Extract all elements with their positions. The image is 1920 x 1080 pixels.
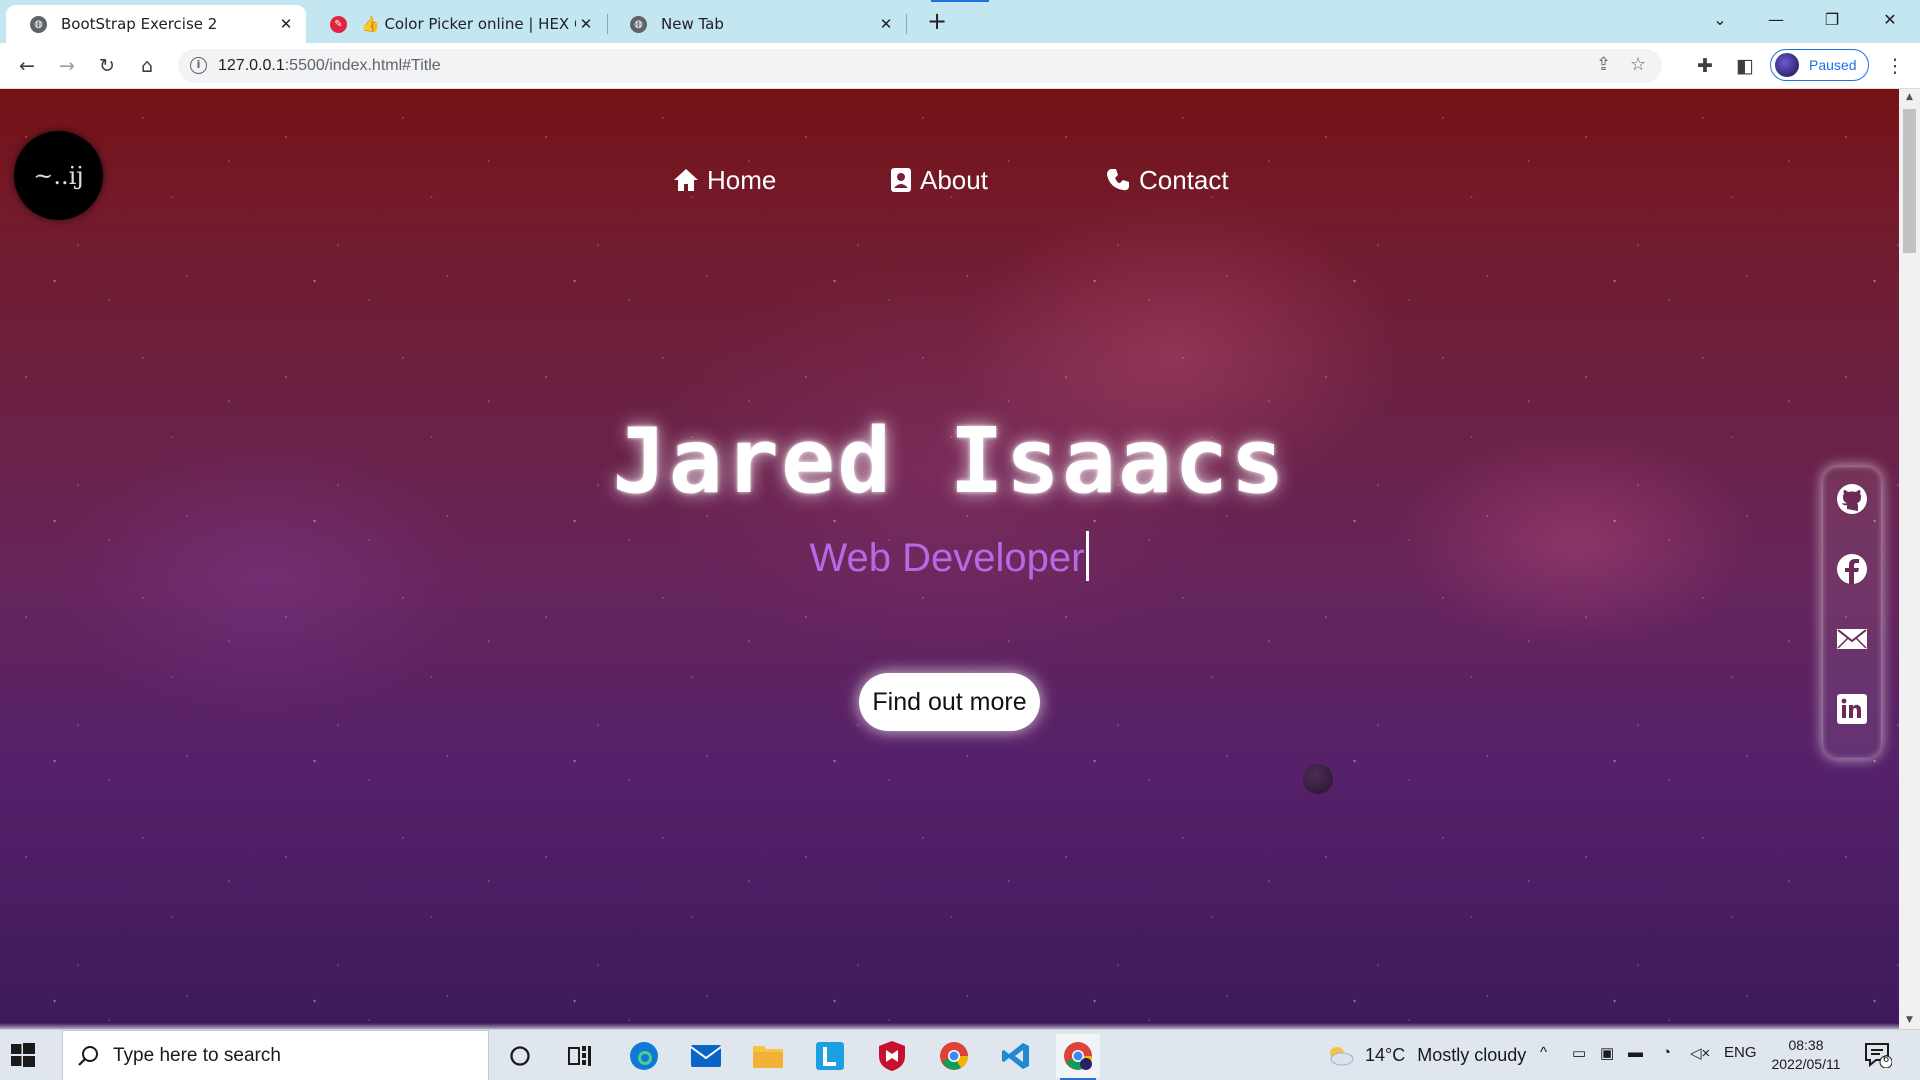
tab-bootstrap-exercise[interactable]: ◍ BootStrap Exercise 2 ✕ — [6, 5, 306, 43]
tab-title: BootStrap Exercise 2 — [61, 15, 218, 33]
mail-icon[interactable] — [1836, 623, 1868, 655]
profile-button[interactable]: Paused — [1770, 49, 1869, 81]
scroll-thumb[interactable] — [1903, 109, 1916, 253]
battery-icon[interactable]: ▬ — [1628, 1044, 1643, 1061]
maximize-button[interactable]: ❐ — [1804, 0, 1860, 40]
extensions-puzzle-icon[interactable]: ✚ — [1690, 51, 1720, 81]
windows-taskbar: Type here to search 14°C Mostly cloudy ^… — [0, 1029, 1920, 1080]
page-scrollbar[interactable]: ▲ ▼ — [1899, 89, 1920, 1029]
profile-status: Paused — [1809, 57, 1857, 73]
tab-title: New Tab — [661, 15, 724, 33]
home-icon[interactable]: ⌂ — [132, 51, 162, 81]
close-tab-icon[interactable]: ✕ — [876, 15, 896, 33]
planet-decoration — [1303, 764, 1333, 794]
phone-icon — [1105, 167, 1131, 193]
close-tab-icon[interactable]: ✕ — [276, 15, 296, 33]
nav-about[interactable]: About — [890, 162, 988, 198]
scroll-down-arrow-icon[interactable]: ▼ — [1899, 1012, 1920, 1029]
site-logo[interactable]: ~..ij — [14, 131, 103, 220]
chrome-icon[interactable] — [932, 1034, 976, 1078]
globe-icon: ◍ — [30, 15, 47, 33]
typing-caret — [1086, 531, 1090, 581]
nav-contact[interactable]: Contact — [1105, 162, 1229, 198]
file-explorer-icon[interactable] — [746, 1034, 790, 1078]
network-monitor-icon[interactable]: ▣ — [1600, 1044, 1614, 1062]
close-tab-icon[interactable]: ✕ — [576, 15, 596, 33]
mcafee-shield-icon[interactable] — [870, 1034, 914, 1078]
url-text: 127.0.0.1:5500/index.html#Title — [218, 57, 441, 74]
hero-title: Jared Isaacs — [612, 409, 1287, 514]
notification-count-badge: 6 — [1882, 1054, 1890, 1065]
clock-date: 2022/05/11 — [1771, 1056, 1841, 1072]
weather-temp: 14°C — [1365, 1044, 1406, 1065]
search-icon — [78, 1045, 98, 1066]
wifi-icon[interactable]: ◔ — [1662, 1044, 1671, 1061]
windows-start-icon[interactable] — [11, 1043, 35, 1071]
browser-toolbar: ← → ↻ ⌂ i 127.0.0.1:5500/index.html#Titl… — [0, 43, 1920, 89]
forward-arrow-icon[interactable]: → — [52, 51, 82, 81]
input-language[interactable]: ENG — [1724, 1044, 1757, 1061]
weather-desc: Mostly cloudy — [1417, 1044, 1527, 1065]
search-placeholder: Type here to search — [113, 1044, 281, 1066]
nav-label: About — [920, 164, 988, 195]
weather-widget[interactable]: 14°C Mostly cloudy — [1325, 1044, 1526, 1066]
github-icon[interactable] — [1836, 483, 1868, 515]
facebook-icon[interactable] — [1836, 553, 1868, 585]
bookmark-star-icon[interactable]: ☆ — [1630, 54, 1646, 75]
home-icon — [673, 168, 699, 192]
mail-app-icon[interactable] — [684, 1034, 728, 1078]
kebab-menu-icon[interactable]: ⋮ — [1880, 51, 1910, 81]
color-picker-icon: ✎ — [330, 15, 347, 33]
nav-label: Home — [707, 164, 777, 195]
show-hidden-icons-chevron-icon[interactable]: ^ — [1540, 1044, 1547, 1061]
share-icon[interactable]: ⇪ — [1596, 54, 1611, 75]
nav-label: Contact — [1139, 164, 1229, 195]
system-clock[interactable]: 08:38 2022/05/11 — [1766, 1036, 1846, 1074]
find-out-more-button[interactable]: Find out more — [859, 673, 1040, 731]
meet-now-icon[interactable]: ▭ — [1572, 1044, 1586, 1062]
clock-time: 08:38 — [1788, 1037, 1824, 1053]
social-links-bar — [1823, 467, 1881, 758]
loading-indicator — [931, 0, 989, 2]
l-app-icon[interactable] — [808, 1034, 852, 1078]
edge-browser-icon[interactable] — [622, 1034, 666, 1078]
address-bar[interactable]: i 127.0.0.1:5500/index.html#Title ⇪ ☆ — [178, 49, 1662, 83]
linkedin-icon[interactable] — [1836, 693, 1868, 725]
tab-strip: ◍ BootStrap Exercise 2 ✕ ✎ 👍 Color Picke… — [0, 0, 1920, 43]
new-tab-button[interactable]: + — [923, 8, 951, 36]
avatar — [1775, 53, 1799, 77]
side-panel-icon[interactable]: ◧ — [1730, 51, 1760, 81]
web-page-viewport: ~..ij Home About Contact Jared Isaacs We… — [0, 89, 1899, 1029]
tab-separator — [906, 14, 907, 34]
taskbar-search-input[interactable]: Type here to search — [62, 1030, 489, 1080]
tab-title: 👍 Color Picker online | HEX Colo — [361, 15, 576, 33]
scroll-up-arrow-icon[interactable]: ▲ — [1899, 89, 1920, 106]
cloud-icon — [1330, 1047, 1354, 1066]
tab-search-chevron-icon[interactable]: ⌄ — [1692, 0, 1748, 40]
cortana-icon[interactable] — [498, 1034, 542, 1078]
minimize-button[interactable]: — — [1748, 0, 1804, 40]
chrome-icon: ◍ — [630, 15, 647, 33]
contact-card-icon — [890, 167, 912, 193]
tab-color-picker[interactable]: ✎ 👍 Color Picker online | HEX Colo ✕ — [306, 5, 606, 43]
back-arrow-icon[interactable]: ← — [12, 51, 42, 81]
close-window-button[interactable]: ✕ — [1862, 0, 1918, 40]
hero-subtitle: Web Developer — [0, 531, 1899, 581]
chrome-profile-icon[interactable] — [1056, 1034, 1100, 1080]
site-info-icon[interactable]: i — [190, 57, 207, 74]
vscode-icon[interactable] — [994, 1034, 1038, 1078]
volume-muted-icon[interactable]: ◁× — [1690, 1044, 1710, 1062]
task-view-icon[interactable] — [558, 1034, 602, 1078]
tab-new-tab[interactable]: ◍ New Tab ✕ — [606, 5, 906, 43]
nav-home[interactable]: Home — [673, 162, 776, 198]
reload-icon[interactable]: ↻ — [92, 51, 122, 81]
notification-center-icon[interactable]: 6 — [1864, 1042, 1893, 1072]
